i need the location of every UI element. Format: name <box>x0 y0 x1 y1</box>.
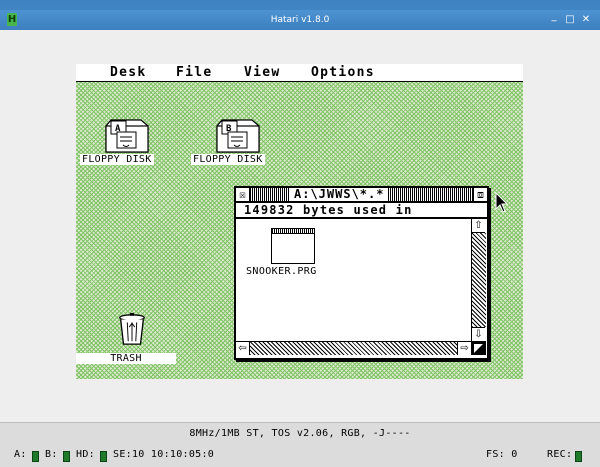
menu-desk[interactable]: Desk <box>110 66 147 79</box>
floppy-drawer-icon: B <box>216 119 260 153</box>
emulator-screen[interactable]: Desk File View Options A FLOPPY DISK B F… <box>0 30 600 467</box>
gem-window-titlebar[interactable]: ☒ A:\JWWS\*.* ⧈ <box>235 188 488 203</box>
close-button[interactable]: ✕ <box>581 15 591 25</box>
status-line: A: B: HD: SE:10 10:10:05:0 FS: 0 REC: <box>0 449 600 462</box>
timecode: SE:10 10:10:05:0 <box>113 449 215 460</box>
machine-info: 8MHz/1MB ST, TOS v2.06, RGB, -J---- <box>189 428 411 439</box>
floppy-a-label: FLOPPY DISK <box>80 154 154 165</box>
drive-a-led <box>32 451 39 462</box>
hd-label: HD: <box>76 449 95 460</box>
gem-window-content[interactable]: SNOOKER.PRG <box>236 219 471 341</box>
mouse-pointer-icon <box>495 192 509 213</box>
menu-view[interactable]: View <box>244 66 281 79</box>
floppy-b-label: FLOPPY DISK <box>191 154 265 165</box>
hd-led <box>100 451 107 462</box>
gem-menubar: Desk File View Options <box>76 64 523 82</box>
drive-letter-b: B <box>226 124 232 134</box>
scroll-up-arrow-icon[interactable]: ⇧ <box>472 219 485 233</box>
minimize-button[interactable]: _ <box>549 12 559 22</box>
rec-label: REC: <box>547 449 573 460</box>
menu-options[interactable]: Options <box>311 66 375 79</box>
trash-icon <box>119 312 145 345</box>
trash-label: TRASH <box>76 353 176 364</box>
program-file-icon <box>271 228 315 264</box>
hatari-window: H Hatari v1.8.0 _ □ ✕ Desk File View Opt… <box>0 10 600 467</box>
floppy-drawer-icon: A <box>105 119 149 153</box>
vertical-scroll-track[interactable] <box>472 233 486 327</box>
file-item[interactable]: SNOOKER.PRG <box>244 228 344 288</box>
gem-window-title: A:\JWWS\*.* <box>290 188 389 201</box>
hatari-statusbar: 8MHz/1MB ST, TOS v2.06, RGB, -J---- A: B… <box>0 422 600 467</box>
scroll-down-arrow-icon[interactable]: ⇩ <box>472 327 485 341</box>
drive-b-label: B: <box>45 449 58 460</box>
window-title: Hatari v1.8.0 <box>270 15 330 25</box>
gem-resize-box[interactable] <box>471 341 486 355</box>
gem-info-line: 149832 bytes used in <box>236 203 487 219</box>
gem-file-window[interactable]: ☒ A:\JWWS\*.* ⧈ 149832 bytes used in SNO… <box>234 186 489 360</box>
gem-info-text: 149832 bytes used in <box>244 203 413 217</box>
drive-letter-a: A <box>115 124 121 134</box>
gem-full-box[interactable]: ⧈ <box>473 188 488 201</box>
horizontal-scrollbar[interactable]: ⇦ ⇨ <box>236 341 471 355</box>
maximize-button[interactable]: □ <box>565 15 575 25</box>
rec-led <box>575 451 582 462</box>
gem-close-box[interactable]: ☒ <box>235 188 250 201</box>
fs-counter: FS: 0 <box>486 449 518 460</box>
window-titlebar[interactable]: H Hatari v1.8.0 _ □ ✕ <box>0 10 600 30</box>
drive-a-label: A: <box>14 449 27 460</box>
scroll-right-arrow-icon[interactable]: ⇨ <box>457 342 471 355</box>
vertical-scrollbar[interactable]: ⇧ ⇩ <box>471 219 486 341</box>
drive-b-led <box>63 451 70 462</box>
scroll-left-arrow-icon[interactable]: ⇦ <box>236 342 250 355</box>
menu-file[interactable]: File <box>176 66 213 79</box>
horizontal-scroll-track[interactable] <box>250 342 457 355</box>
file-name: SNOOKER.PRG <box>246 266 317 277</box>
